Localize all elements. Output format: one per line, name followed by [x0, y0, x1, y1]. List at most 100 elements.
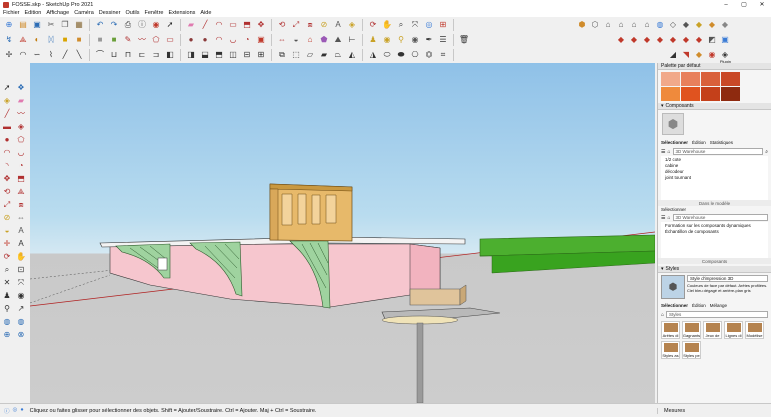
color-swatch[interactable] [721, 72, 740, 86]
zoom-left-icon[interactable]: ⌕ [1, 264, 13, 276]
components-search-input[interactable]: 3D Warehouse [672, 148, 764, 155]
display-options2-icon[interactable]: ☰ [661, 215, 665, 221]
move-left-icon[interactable]: ✥ [1, 173, 13, 185]
color-swatch[interactable] [701, 72, 720, 86]
color-swatch[interactable] [681, 72, 700, 86]
paint-icon[interactable]: ◈ [346, 19, 358, 31]
arc2-left-icon[interactable]: ◡ [15, 147, 27, 159]
t3-f-icon[interactable]: ⊏ [136, 49, 148, 61]
tab-components_tabs-2[interactable]: Statistiques [710, 140, 733, 145]
tag-icon[interactable]: ⊢ [346, 34, 358, 46]
right-view-icon[interactable]: ⌂ [615, 19, 627, 31]
position-camera-icon[interactable]: ♟ [1, 290, 13, 302]
display-sections-icon[interactable]: ◍ [1, 316, 13, 328]
undo-icon[interactable]: ↶ [94, 19, 106, 31]
box-green-icon[interactable]: ■ [108, 34, 120, 46]
lookaround-icon[interactable]: ◉ [381, 34, 393, 46]
select-icon[interactable]: ➚ [164, 19, 176, 31]
user-icon[interactable]: ● [20, 407, 23, 415]
home2-icon[interactable]: ⌂ [667, 215, 670, 221]
trash-icon[interactable]: 🗑 [458, 34, 470, 46]
tab-styles_tabs-2[interactable]: Mélange [710, 303, 727, 308]
iso-view-icon[interactable]: ⬢ [576, 19, 588, 31]
color-swatch[interactable] [661, 72, 680, 86]
left-view-icon[interactable]: ⌂ [641, 19, 653, 31]
tab-styles_tabs-1[interactable]: Édition [692, 303, 706, 308]
t3-q-icon[interactable]: ▱ [304, 49, 316, 61]
t3-a-icon[interactable]: ╱ [59, 49, 71, 61]
pie-icon[interactable]: ◔ [241, 34, 253, 46]
t3-r3-icon[interactable]: ◆ [693, 49, 705, 61]
menu-1[interactable]: Edition [25, 10, 42, 16]
list-item[interactable]: Échantillon de composants [665, 229, 764, 235]
t3-i-icon[interactable]: ◨ [185, 49, 197, 61]
t3-x-icon[interactable]: ⎔ [409, 49, 421, 61]
wireframe-icon[interactable]: ◇ [667, 19, 679, 31]
styles-home-icon[interactable]: ⌂ [661, 312, 664, 318]
t3-r1-icon[interactable]: ◢ [667, 49, 679, 61]
arc-icon[interactable]: ◠ [213, 19, 225, 31]
text-left-icon[interactable]: A [15, 225, 27, 237]
follow-left-icon[interactable]: ⟁ [15, 186, 27, 198]
redo-icon[interactable]: ↷ [108, 19, 120, 31]
style-folder[interactable]: Styles as [661, 341, 680, 359]
t3-v-icon[interactable]: ⬭ [381, 49, 393, 61]
look-around-icon[interactable]: ◉ [15, 290, 27, 302]
turntable-disc[interactable] [381, 315, 459, 325]
t3-k-icon[interactable]: ⬒ [213, 49, 225, 61]
house-icon[interactable]: ⌂ [304, 34, 316, 46]
textured-icon[interactable]: ◆ [706, 19, 718, 31]
menu-8[interactable]: Aide [200, 10, 211, 16]
color-swatch[interactable] [681, 87, 700, 101]
rotate-left-icon[interactable]: ⟲ [1, 186, 13, 198]
maximize-icon[interactable]: ▢ [735, 0, 753, 9]
tape-icon[interactable]: ⊘ [318, 19, 330, 31]
close-icon[interactable]: ✕ [753, 0, 771, 9]
t3-n-icon[interactable]: ⊞ [255, 49, 267, 61]
line-left-icon[interactable]: ╱ [1, 108, 13, 120]
protractor-icon[interactable]: ◒ [290, 34, 302, 46]
copy-icon[interactable]: ❐ [59, 19, 71, 31]
t3-r-icon[interactable]: ▰ [318, 49, 330, 61]
pan-icon[interactable]: ✋ [381, 19, 393, 31]
tan-box[interactable] [409, 288, 461, 306]
circle-icon[interactable]: ● [185, 34, 197, 46]
t3-r2-icon[interactable]: ◥ [680, 49, 692, 61]
t3-u-icon[interactable]: ◮ [367, 49, 379, 61]
menu-5[interactable]: Outils [125, 10, 139, 16]
style-folder[interactable]: Styles pe [682, 341, 701, 359]
freehand-icon[interactable]: 〰 [136, 34, 148, 46]
pan-left-icon[interactable]: ✋ [15, 251, 27, 263]
section-left-icon[interactable]: ↗ [15, 303, 27, 315]
circle-left-icon[interactable]: ● [1, 134, 13, 146]
tab-components_tabs-1[interactable]: Édition [692, 140, 706, 145]
warehouse-icon[interactable]: ◉ [150, 19, 162, 31]
back-view-icon[interactable]: ⌂ [628, 19, 640, 31]
menu-0[interactable]: Fichier [3, 10, 20, 16]
style-folder[interactable]: Gagnants [682, 321, 701, 339]
freehand-left-icon[interactable]: 〰 [15, 108, 27, 120]
butterfly-icon[interactable]: ᛞ [45, 34, 57, 46]
tape-left-icon[interactable]: ⊘ [1, 212, 13, 224]
misc-left-icon[interactable]: ⊗ [15, 329, 27, 341]
components-footer[interactable]: Composants [658, 258, 771, 264]
model-info-icon[interactable]: ⓘ [136, 19, 148, 31]
geo-icon[interactable]: ⓘ [4, 407, 10, 415]
style-name-field[interactable]: Style d'impression 3D [687, 275, 768, 282]
model-scene[interactable] [30, 63, 655, 403]
push-left-icon[interactable]: ⬒ [15, 173, 27, 185]
t3-w-icon[interactable]: ⬬ [395, 49, 407, 61]
t3-b-icon[interactable]: ╲ [73, 49, 85, 61]
polygon-left-icon[interactable]: ⬠ [15, 134, 27, 146]
color-swatch[interactable] [701, 87, 720, 101]
box-orange-icon[interactable]: ■ [73, 34, 85, 46]
new-file-icon[interactable]: ⊕ [3, 19, 15, 31]
box-yellow-icon[interactable]: ■ [59, 34, 71, 46]
curve-t3-icon[interactable]: ∽ [31, 49, 43, 61]
zoom-icon[interactable]: ⌕ [395, 19, 407, 31]
orbit-icon[interactable]: ⟳ [367, 19, 379, 31]
display-options-icon[interactable]: ☰ [661, 149, 665, 155]
component-icon[interactable]: ❖ [15, 82, 27, 94]
eraser-left-icon[interactable]: ▰ [15, 95, 27, 107]
list-item[interactable]: joint tournant [665, 175, 764, 181]
